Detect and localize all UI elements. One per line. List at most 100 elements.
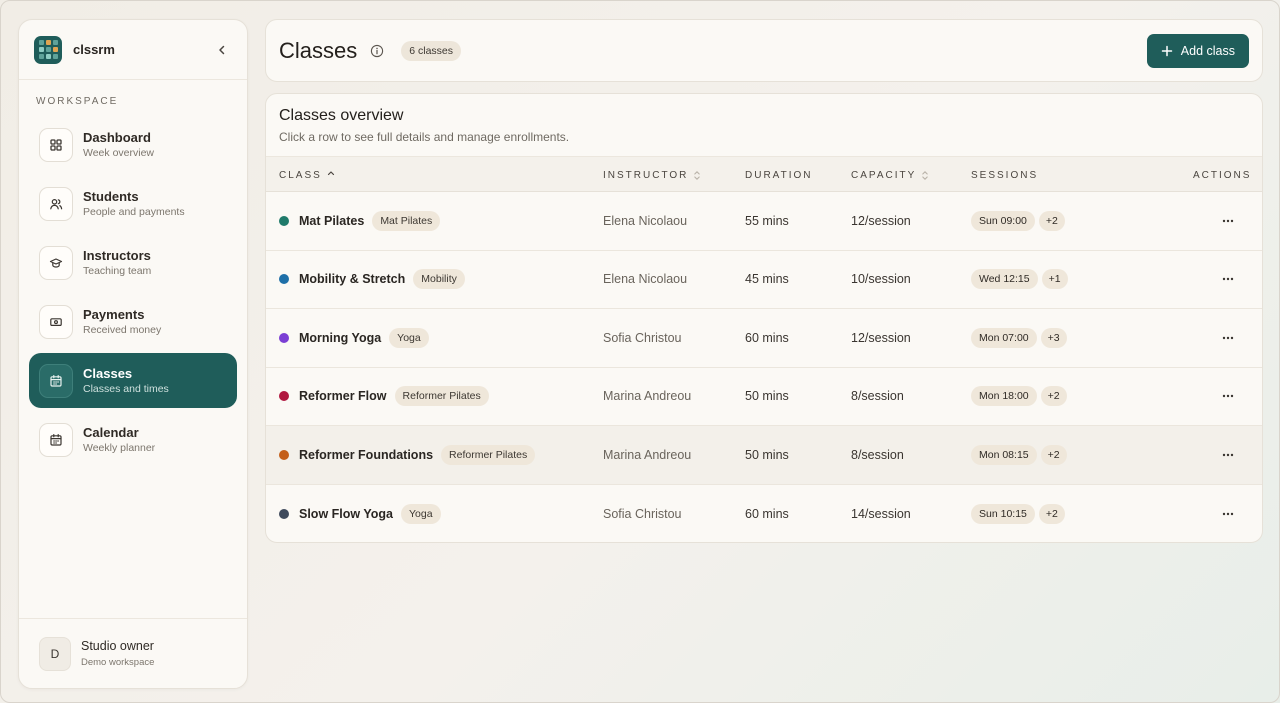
- sidebar-item-subtitle: People and payments: [83, 205, 185, 218]
- table-row[interactable]: Mobility & Stretch Mobility Elena Nicola…: [266, 251, 1262, 309]
- class-capacity: 12/session: [851, 330, 911, 345]
- graduation-cap-icon: [39, 245, 73, 280]
- owner-name: Studio owner: [81, 638, 154, 653]
- more-sessions-pill: +2: [1038, 503, 1065, 524]
- table-body: Mat Pilates Mat Pilates Elena Nicolaou 5…: [266, 192, 1262, 543]
- more-horizontal-icon: [1222, 512, 1234, 515]
- class-name: Reformer Foundations: [299, 447, 434, 462]
- add-class-button[interactable]: Add class: [1146, 33, 1249, 68]
- instructor-name: Elena Nicolaou: [603, 213, 688, 228]
- sort-ascending-icon: [327, 170, 335, 180]
- table-row[interactable]: Mat Pilates Mat Pilates Elena Nicolaou 5…: [266, 192, 1262, 251]
- sidebar-item-subtitle: Weekly planner: [83, 441, 156, 454]
- more-horizontal-icon: [1222, 219, 1234, 222]
- class-capacity: 14/session: [851, 506, 911, 521]
- brand-name: clssrm: [73, 42, 115, 57]
- sidebar-item-students[interactable]: Students People and payments: [29, 176, 237, 231]
- instructor-name: Elena Nicolaou: [603, 272, 688, 287]
- class-category-tag: Yoga: [401, 503, 441, 524]
- column-label: DURATION: [745, 169, 813, 181]
- sidebar-item-classes[interactable]: Classes Classes and times: [29, 353, 237, 408]
- sidebar-item-title: Classes: [83, 365, 133, 381]
- sidebar-item-instructors[interactable]: Instructors Teaching team: [29, 235, 237, 290]
- class-color-dot: [279, 508, 289, 519]
- sidebar-item-subtitle: Classes and times: [83, 382, 169, 395]
- table-row[interactable]: Reformer Flow Reformer Pilates Marina An…: [266, 368, 1262, 426]
- column-header-capacity[interactable]: CAPACITY: [851, 157, 929, 193]
- class-name: Slow Flow Yoga: [299, 506, 393, 521]
- sidebar-item-subtitle: Teaching team: [83, 264, 152, 277]
- sidebar-item-subtitle: Week overview: [83, 146, 154, 159]
- class-capacity: 8/session: [851, 389, 904, 404]
- table-row[interactable]: Slow Flow Yoga Yoga Sofia Christou 60 mi…: [266, 485, 1262, 543]
- column-label: ACTIONS: [1193, 169, 1252, 181]
- class-category-tag: Mat Pilates: [372, 210, 441, 231]
- more-sessions-pill: +2: [1040, 386, 1067, 407]
- class-capacity: 12/session: [851, 213, 911, 228]
- more-horizontal-icon: [1222, 453, 1234, 456]
- class-count-badge: 6 classes: [401, 40, 462, 61]
- column-header-actions: ACTIONS: [1193, 157, 1251, 193]
- overview-title: Classes overview: [279, 107, 404, 124]
- row-actions-button[interactable]: [1222, 485, 1234, 543]
- sidebar-item-dashboard[interactable]: Dashboard Week overview: [29, 117, 237, 172]
- row-actions-button[interactable]: [1222, 368, 1234, 426]
- page-header: Classes 6 classes Add class: [265, 19, 1263, 82]
- row-actions-button[interactable]: [1222, 192, 1234, 250]
- workspace-owner[interactable]: D Studio owner Demo workspace: [19, 618, 247, 688]
- column-header-instructor[interactable]: INSTRUCTOR: [603, 157, 701, 193]
- column-label: SESSIONS: [971, 169, 1039, 181]
- table-row[interactable]: Reformer Foundations Reformer Pilates Ma…: [266, 426, 1262, 485]
- more-horizontal-icon: [1222, 336, 1234, 339]
- class-color-dot: [279, 449, 289, 460]
- class-name: Reformer Flow: [299, 389, 387, 404]
- column-header-class[interactable]: CLASS: [279, 157, 335, 193]
- sidebar: clssrm WORKSPACE Dashboard Week overview: [18, 19, 248, 689]
- sort-icon: [921, 170, 929, 181]
- class-color-dot: [279, 274, 289, 285]
- more-horizontal-icon: [1222, 278, 1234, 281]
- sidebar-item-title: Dashboard: [83, 129, 151, 145]
- session-time-pill: Mon 08:15: [971, 444, 1037, 465]
- more-sessions-pill: +3: [1040, 327, 1067, 348]
- column-header-sessions: SESSIONS: [971, 157, 1038, 193]
- sidebar-item-calendar[interactable]: Calendar Weekly planner: [29, 412, 237, 467]
- sidebar-item-payments[interactable]: Payments Received money: [29, 294, 237, 349]
- class-duration: 55 mins: [745, 213, 789, 228]
- class-capacity: 10/session: [851, 272, 911, 287]
- brand-header: clssrm: [19, 20, 247, 80]
- sidebar-item-subtitle: Received money: [83, 323, 162, 336]
- session-time-pill: Mon 07:00: [971, 327, 1037, 348]
- class-duration: 60 mins: [745, 330, 789, 345]
- collapse-sidebar-button[interactable]: [212, 40, 232, 60]
- class-name: Morning Yoga: [299, 330, 382, 345]
- row-actions-button[interactable]: [1222, 426, 1234, 484]
- class-category-tag: Mobility: [413, 269, 465, 290]
- class-category-tag: Reformer Pilates: [441, 444, 536, 465]
- app-logo: [34, 35, 62, 64]
- class-duration: 60 mins: [745, 506, 789, 521]
- more-horizontal-icon: [1222, 395, 1234, 398]
- instructor-name: Marina Andreou: [603, 447, 692, 462]
- class-duration: 50 mins: [745, 389, 789, 404]
- sidebar-item-title: Students: [83, 188, 139, 204]
- users-icon: [39, 186, 73, 221]
- sidebar-item-title: Payments: [83, 306, 145, 322]
- column-label: INSTRUCTOR: [603, 169, 689, 181]
- session-time-pill: Mon 18:00: [971, 386, 1037, 407]
- sidebar-item-title: Instructors: [83, 247, 151, 263]
- session-time-pill: Sun 09:00: [971, 210, 1035, 231]
- column-label: CLASS: [279, 169, 322, 181]
- sidebar-nav: Dashboard Week overview Students People …: [19, 117, 247, 467]
- row-actions-button[interactable]: [1222, 309, 1234, 367]
- table-row[interactable]: Morning Yoga Yoga Sofia Christou 60 mins…: [266, 309, 1262, 368]
- instructor-name: Sofia Christou: [603, 506, 682, 521]
- info-icon[interactable]: [370, 44, 384, 58]
- instructor-name: Marina Andreou: [603, 389, 692, 404]
- page-title: Classes: [279, 37, 358, 63]
- row-actions-button[interactable]: [1222, 251, 1234, 309]
- class-duration: 45 mins: [745, 272, 789, 287]
- add-class-label: Add class: [1180, 43, 1235, 58]
- calendar-icon: [39, 363, 73, 398]
- class-category-tag: Reformer Pilates: [394, 386, 489, 407]
